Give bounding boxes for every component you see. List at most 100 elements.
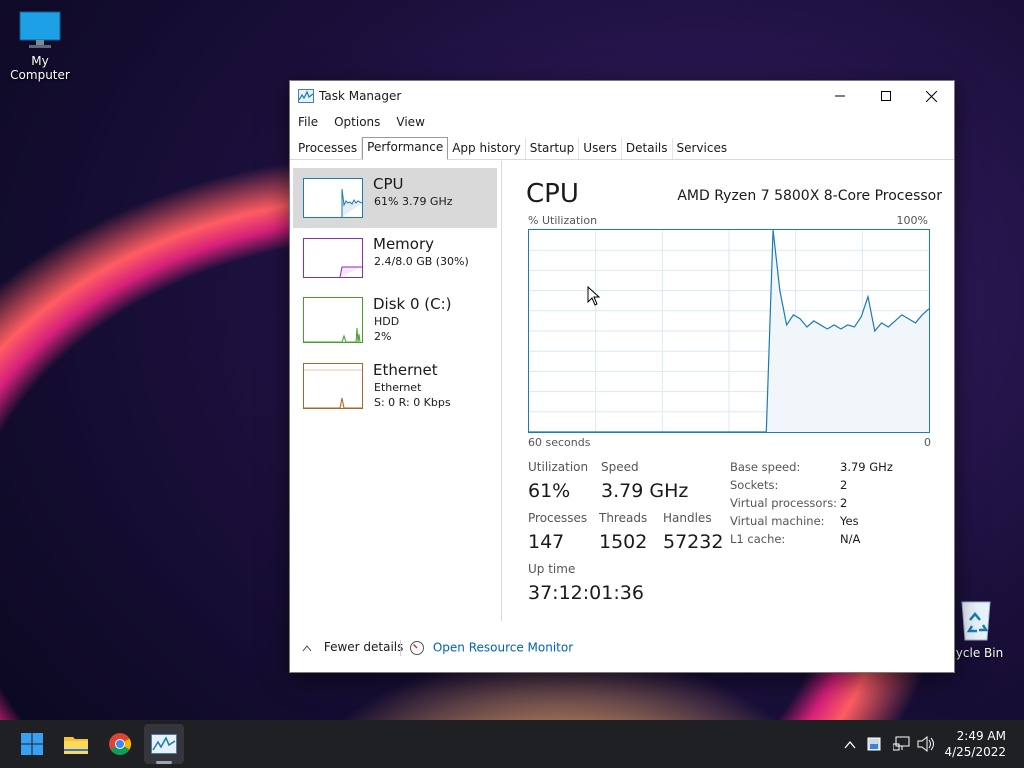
memory-thumbnail-graph bbox=[303, 238, 363, 278]
uptime-value: 37:12:01:36 bbox=[528, 582, 644, 604]
resource-monitor-icon bbox=[410, 641, 424, 655]
cpu-label: CPU bbox=[373, 175, 404, 193]
window-title: Task Manager bbox=[319, 89, 402, 103]
task-manager-taskbar-button[interactable] bbox=[144, 724, 184, 764]
tab-app-history[interactable]: App history bbox=[448, 138, 526, 159]
minimize-icon bbox=[835, 95, 845, 97]
tray-app-icon[interactable] bbox=[867, 737, 881, 751]
taskbar: 2:49 AM 4/25/2022 bbox=[0, 720, 1024, 768]
cpu-utilization-graph bbox=[528, 229, 930, 433]
resource-disk[interactable]: Disk 0 (C:) HDD 2% bbox=[293, 288, 497, 348]
threads-label: Threads bbox=[599, 511, 648, 525]
speed-label: Speed bbox=[601, 460, 639, 474]
spec-virtual-machine-value: Yes bbox=[840, 514, 859, 528]
tab-users[interactable]: Users bbox=[579, 138, 622, 159]
menu-view[interactable]: View bbox=[396, 115, 424, 129]
chrome-button[interactable] bbox=[100, 724, 140, 764]
threads-value: 1502 bbox=[599, 531, 648, 553]
y-axis-label: % Utilization bbox=[528, 214, 598, 227]
ethernet-adapter: Ethernet bbox=[374, 381, 422, 394]
spec-base-speed-value: 3.79 GHz bbox=[840, 460, 893, 474]
processor-name: AMD Ryzen 7 5800X 8-Core Processor bbox=[677, 188, 942, 204]
spec-virtual-machine-key: Virtual machine: bbox=[730, 514, 825, 528]
cpu-summary: 61% 3.79 GHz bbox=[374, 195, 453, 208]
fewer-details-label: Fewer details bbox=[323, 640, 404, 654]
detail-title: CPU bbox=[526, 179, 579, 209]
ethernet-label: Ethernet bbox=[373, 361, 438, 379]
my-computer-desktop-icon[interactable]: My Computer bbox=[0, 10, 80, 82]
resource-cpu[interactable]: CPU 61% 3.79 GHz bbox=[293, 168, 497, 228]
y-axis-max: 100% bbox=[896, 214, 928, 227]
clock-time: 2:49 AM bbox=[956, 729, 1006, 743]
mouse-pointer-icon bbox=[587, 286, 601, 306]
task-manager-taskbar-icon bbox=[151, 734, 177, 754]
chrome-icon bbox=[109, 733, 131, 755]
tab-services[interactable]: Services bbox=[673, 138, 732, 159]
chevron-up-icon bbox=[302, 644, 312, 651]
recycle-bin-icon bbox=[961, 601, 991, 641]
menu-options[interactable]: Options bbox=[334, 115, 380, 129]
footer: Fewer details Open Resource Monitor bbox=[290, 626, 954, 666]
close-icon bbox=[925, 90, 937, 102]
tab-processes[interactable]: Processes bbox=[294, 138, 363, 159]
spec-l1-cache-key: L1 cache: bbox=[730, 532, 786, 546]
cpu-thumbnail-graph bbox=[303, 178, 363, 218]
handles-value: 57232 bbox=[663, 531, 724, 553]
task-manager-window: Task Manager File Options View Processes… bbox=[289, 80, 955, 673]
spec-virtual-processors-key: Virtual processors: bbox=[730, 496, 838, 510]
processes-value: 147 bbox=[528, 531, 565, 553]
minimize-button[interactable] bbox=[817, 81, 863, 111]
spec-virtual-processors-value: 2 bbox=[840, 496, 848, 510]
file-explorer-button[interactable] bbox=[56, 724, 96, 764]
memory-label: Memory bbox=[373, 235, 435, 253]
close-button[interactable] bbox=[908, 81, 954, 111]
folder-icon bbox=[64, 737, 88, 754]
tab-startup[interactable]: Startup bbox=[526, 138, 580, 159]
speed-value: 3.79 GHz bbox=[601, 480, 689, 502]
spec-l1-cache-value: N/A bbox=[840, 532, 861, 546]
processes-label: Processes bbox=[528, 511, 588, 525]
x-axis-left: 60 seconds bbox=[528, 436, 591, 449]
monitor-icon bbox=[19, 11, 61, 48]
volume-icon[interactable] bbox=[917, 736, 935, 752]
utilization-value: 61% bbox=[528, 480, 571, 502]
show-hidden-icons-chevron-icon[interactable] bbox=[844, 740, 856, 750]
start-button[interactable] bbox=[12, 724, 52, 764]
open-resource-monitor-link[interactable]: Open Resource Monitor bbox=[409, 640, 573, 656]
resource-list: CPU 61% 3.79 GHz Memory 2.4/8.0 GB (30%)… bbox=[290, 161, 502, 621]
resource-ethernet[interactable]: Ethernet Ethernet S: 0 R: 0 Kbps bbox=[293, 354, 497, 414]
spec-base-speed-key: Base speed: bbox=[730, 460, 801, 474]
tab-strip: Processes Performance App history Startu… bbox=[290, 133, 954, 160]
x-axis-right: 0 bbox=[924, 436, 931, 449]
fewer-details-button[interactable]: Fewer details bbox=[302, 640, 403, 654]
resource-memory[interactable]: Memory 2.4/8.0 GB (30%) bbox=[293, 228, 497, 288]
disk-thumbnail-graph bbox=[303, 297, 363, 343]
windows-logo-icon bbox=[21, 733, 43, 755]
title-bar[interactable]: Task Manager bbox=[290, 81, 954, 111]
tab-performance[interactable]: Performance bbox=[362, 137, 449, 160]
spec-sockets-value: 2 bbox=[840, 478, 848, 492]
memory-summary: 2.4/8.0 GB (30%) bbox=[374, 255, 469, 268]
maximize-button[interactable] bbox=[863, 81, 909, 111]
network-icon[interactable] bbox=[893, 736, 911, 752]
clock-date: 4/25/2022 bbox=[944, 745, 1006, 759]
active-app-indicator bbox=[156, 761, 172, 764]
clock[interactable]: 2:49 AM 4/25/2022 bbox=[944, 728, 1006, 760]
ethernet-throughput: S: 0 R: 0 Kbps bbox=[374, 396, 451, 409]
my-computer-label: My Computer bbox=[10, 54, 70, 82]
open-resource-monitor-label: Open Resource Monitor bbox=[432, 640, 574, 655]
tab-details[interactable]: Details bbox=[622, 138, 673, 159]
disk-label: Disk 0 (C:) bbox=[373, 295, 452, 313]
footer-divider bbox=[400, 640, 401, 656]
maximize-icon bbox=[881, 91, 891, 101]
ethernet-thumbnail-graph bbox=[303, 363, 363, 409]
menu-bar: File Options View bbox=[290, 111, 954, 133]
uptime-label: Up time bbox=[528, 562, 576, 576]
task-manager-icon bbox=[298, 89, 314, 103]
handles-label: Handles bbox=[663, 511, 712, 525]
utilization-label: Utilization bbox=[528, 460, 589, 474]
disk-type: HDD bbox=[374, 315, 400, 328]
spec-sockets-key: Sockets: bbox=[730, 478, 779, 492]
disk-usage: 2% bbox=[374, 330, 392, 343]
menu-file[interactable]: File bbox=[298, 115, 318, 129]
